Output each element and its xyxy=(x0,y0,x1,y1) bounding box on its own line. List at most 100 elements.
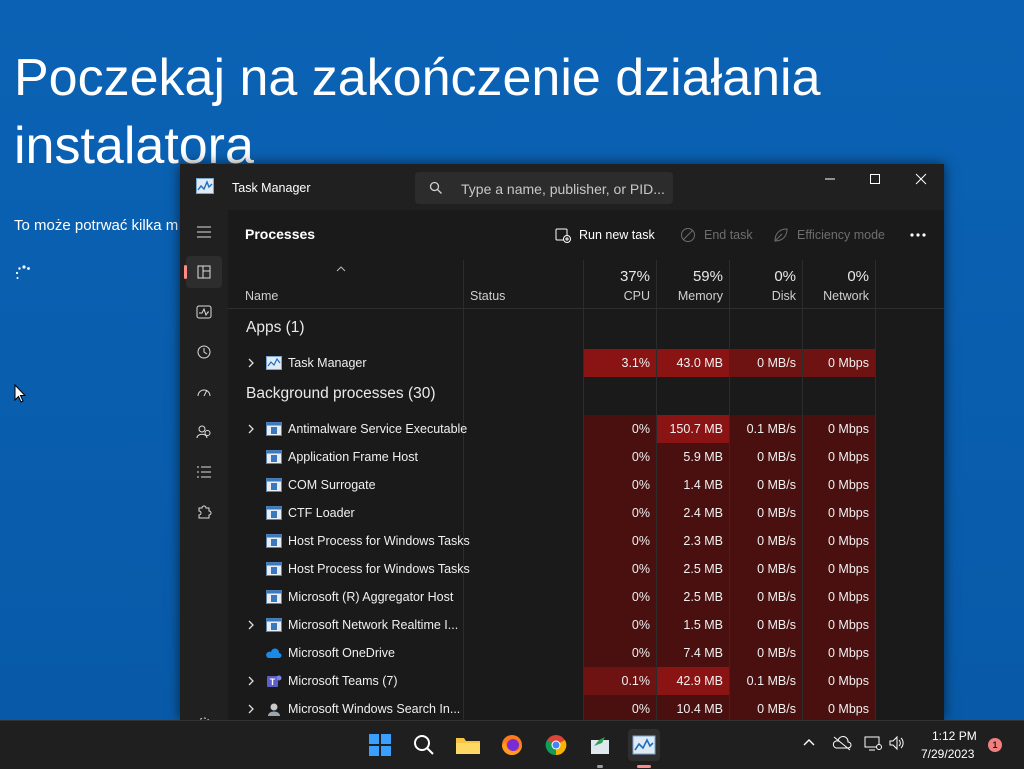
network-cell: 0 Mbps xyxy=(803,527,875,555)
cpu-cell: 0% xyxy=(584,639,656,667)
search-box[interactable] xyxy=(415,172,673,204)
firefox-button[interactable] xyxy=(496,729,528,761)
start-button[interactable] xyxy=(364,729,396,761)
table-row[interactable]: T Microsoft Teams (7) 0.1% 42.9 MB 0.1 MB/s 0… xyxy=(228,667,944,695)
minimize-button[interactable] xyxy=(807,164,853,194)
process-name: Antimalware Service Executable xyxy=(288,422,468,436)
expand-chevron-icon[interactable] xyxy=(246,357,256,369)
network-total[interactable]: 0% xyxy=(803,268,869,285)
disk-cell: 0.1 MB/s xyxy=(730,667,802,695)
disk-total[interactable]: 0% xyxy=(730,268,796,285)
more-dots-icon xyxy=(910,233,926,237)
memory-cell: 43.0 MB xyxy=(657,349,729,377)
network-cell: 0 Mbps xyxy=(803,695,875,720)
nav-settings[interactable] xyxy=(186,708,222,720)
column-memory[interactable]: Memory xyxy=(657,289,723,303)
title-bar[interactable]: Task Manager xyxy=(180,164,944,210)
table-row[interactable]: Host Process for Windows Tasks 0% 2.3 MB 0 … xyxy=(228,527,944,555)
volume-icon[interactable] xyxy=(888,735,906,751)
search-indexer-icon xyxy=(268,703,280,716)
expand-chevron-icon[interactable] xyxy=(246,619,256,631)
process-list: Apps (1) Background processes (30) Task … xyxy=(228,309,944,720)
table-row[interactable]: Task Manager 3.1% 43.0 MB 0 MB/s 0 Mbps xyxy=(228,349,944,377)
chrome-button[interactable] xyxy=(540,729,572,761)
setup-app-icon xyxy=(591,737,609,754)
loading-spinner-icon xyxy=(15,265,30,279)
table-row[interactable]: Application Frame Host 0% 5.9 MB 0 MB/s 0 Mb… xyxy=(228,443,944,471)
column-name[interactable]: Name xyxy=(245,289,278,303)
installer-app-button[interactable] xyxy=(584,729,616,768)
taskbar-search-button[interactable] xyxy=(408,729,440,761)
expand-chevron-icon[interactable] xyxy=(246,423,256,435)
hamburger-icon xyxy=(197,226,211,238)
leaf-icon xyxy=(774,228,788,242)
file-explorer-button[interactable] xyxy=(452,729,484,761)
close-icon xyxy=(915,173,927,185)
nav-services[interactable] xyxy=(186,496,222,528)
clock-date[interactable]: 7/29/2023 xyxy=(921,747,974,761)
column-cpu[interactable]: CPU xyxy=(584,289,650,303)
memory-total[interactable]: 59% xyxy=(657,268,723,285)
column-network[interactable]: Network xyxy=(803,289,869,303)
svg-text:T: T xyxy=(270,677,276,687)
process-name: COM Surrogate xyxy=(288,478,376,492)
table-row[interactable]: Host Process for Windows Tasks 0% 2.5 MB 0 … xyxy=(228,555,944,583)
run-new-task-button[interactable]: Run new task xyxy=(555,223,655,247)
cpu-cell: 0% xyxy=(584,443,656,471)
search-icon xyxy=(429,181,442,194)
service-icon xyxy=(266,618,282,632)
folder-icon xyxy=(456,738,480,754)
disk-cell: 0 MB/s xyxy=(730,555,802,583)
table-row[interactable]: Microsoft (R) Aggregator Host 0% 2.5 MB 0 M… xyxy=(228,583,944,611)
end-task-icon xyxy=(681,228,695,242)
expand-chevron-icon[interactable] xyxy=(246,675,256,687)
network-cell: 0 Mbps xyxy=(803,639,875,667)
process-name: Host Process for Windows Tasks xyxy=(288,534,470,548)
nav-processes[interactable] xyxy=(184,256,222,288)
memory-cell: 42.9 MB xyxy=(657,667,729,695)
run-task-icon xyxy=(555,228,571,243)
clock-time[interactable]: 1:12 PM xyxy=(932,729,977,743)
nav-startup-apps[interactable] xyxy=(186,376,222,408)
table-row[interactable]: COM Surrogate 0% 1.4 MB 0 MB/s 0 Mbps xyxy=(228,471,944,499)
disk-cell: 0 MB/s xyxy=(730,349,802,377)
onedrive-offline-icon[interactable] xyxy=(832,735,852,751)
navigation-sidebar xyxy=(180,210,228,720)
column-disk[interactable]: Disk xyxy=(730,289,796,303)
hamburger-menu-button[interactable] xyxy=(186,216,222,248)
page-title: Processes xyxy=(245,226,316,242)
table-row[interactable]: Microsoft OneDrive 0% 7.4 MB 0 MB/s 0 Mbps xyxy=(228,639,944,667)
table-row[interactable]: CTF Loader 0% 2.4 MB 0 MB/s 0 Mbps xyxy=(228,499,944,527)
task-manager-window: Task Manager Type a name, publisher, or … xyxy=(180,164,944,720)
memory-cell: 1.4 MB xyxy=(657,471,729,499)
nav-users[interactable] xyxy=(186,416,222,448)
efficiency-mode-button[interactable]: Efficiency mode xyxy=(773,223,885,247)
search-input[interactable] xyxy=(459,178,668,200)
expand-chevron-icon[interactable] xyxy=(246,703,256,715)
run-new-task-label: Run new task xyxy=(579,228,655,242)
notification-badge[interactable]: 1 xyxy=(988,738,1002,752)
table-row[interactable]: Microsoft Windows Search In... 0% 10.4 MB 0… xyxy=(228,695,944,720)
processes-icon xyxy=(197,265,211,279)
network-icon[interactable] xyxy=(864,735,882,751)
nav-details[interactable] xyxy=(186,456,222,488)
sort-ascending-icon xyxy=(336,266,346,272)
command-bar: Processes Run new task End task Efficien… xyxy=(228,210,944,260)
process-name: Task Manager xyxy=(288,356,367,370)
maximize-button[interactable] xyxy=(852,164,898,194)
table-row[interactable]: Microsoft Network Realtime I... 0% 1.5 MB 0… xyxy=(228,611,944,639)
network-cell: 0 Mbps xyxy=(803,349,875,377)
task-manager-taskbar-button[interactable] xyxy=(628,729,660,768)
table-row[interactable]: Antimalware Service Executable 0% 150.7 MB… xyxy=(228,415,944,443)
end-task-button[interactable]: End task xyxy=(680,223,753,247)
nav-app-history[interactable] xyxy=(186,336,222,368)
cpu-total[interactable]: 37% xyxy=(584,268,650,285)
close-button[interactable] xyxy=(898,164,944,194)
service-icon xyxy=(266,562,282,576)
show-hidden-icons-chevron-icon[interactable] xyxy=(802,735,816,749)
more-options-button[interactable] xyxy=(909,223,927,247)
firefox-icon xyxy=(502,735,522,755)
column-status[interactable]: Status xyxy=(470,289,505,303)
nav-performance[interactable] xyxy=(186,296,222,328)
cpu-cell: 0.1% xyxy=(584,667,656,695)
